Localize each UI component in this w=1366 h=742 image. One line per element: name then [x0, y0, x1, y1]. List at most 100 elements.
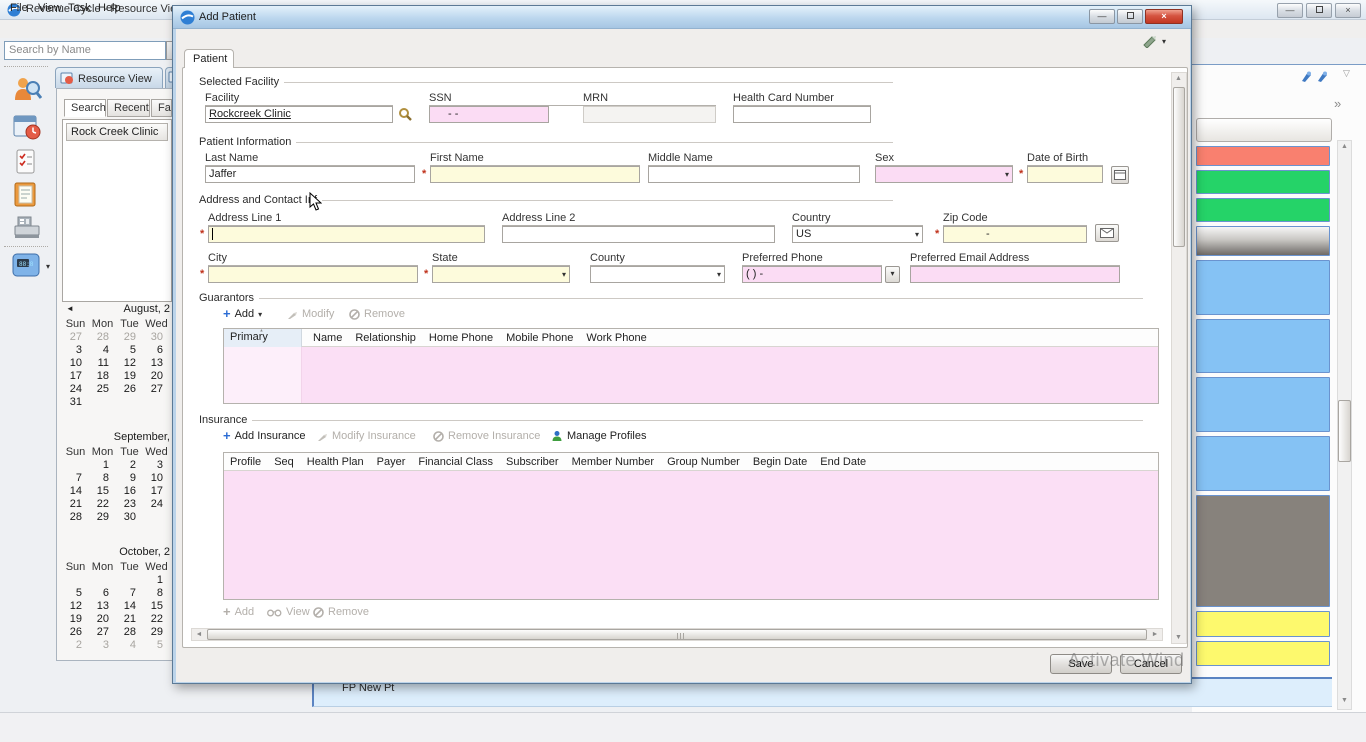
dialog-close-button[interactable]: × [1145, 9, 1183, 24]
name-search-input[interactable]: Search by Name [4, 41, 166, 60]
dialog-titlebar[interactable] [173, 6, 1191, 29]
calendar-day[interactable]: 24 [143, 498, 170, 511]
manage-profiles-button[interactable]: Manage Profiles [551, 430, 647, 442]
state-select[interactable]: ▾ [432, 266, 570, 283]
slot-green[interactable] [1196, 170, 1330, 194]
calendar-day[interactable]: 5 [62, 587, 89, 600]
calendar-day[interactable]: 3 [89, 639, 116, 652]
calendar-day[interactable]: 28 [89, 331, 116, 344]
chevron-down-icon[interactable]: ▾ [1162, 37, 1166, 46]
calendar-day[interactable]: 10 [62, 357, 89, 370]
facility-input[interactable]: Rockcreek Clinic [205, 106, 393, 123]
menu-task[interactable]: Task [68, 2, 91, 14]
menu-help[interactable]: Help [98, 2, 121, 14]
phone-type-spinner[interactable]: ▾ [885, 266, 900, 283]
address2-input[interactable] [502, 226, 775, 243]
calendar-day[interactable]: 22 [89, 498, 116, 511]
slot-red[interactable] [1196, 146, 1330, 166]
scroll-left-icon[interactable]: ◄ [192, 629, 206, 640]
calendar-day[interactable]: 29 [89, 511, 116, 524]
expander-icon[interactable]: ▽ [1343, 68, 1350, 79]
task-list-icon[interactable] [12, 148, 44, 178]
column-header[interactable]: Subscriber [506, 456, 559, 468]
calendar-day[interactable]: 24 [62, 383, 89, 396]
slot-blue[interactable] [1196, 436, 1330, 491]
dialog-scrollbar-thumb[interactable] [1173, 87, 1185, 247]
slot-gray-gradient[interactable] [1196, 226, 1330, 256]
footer-add-button[interactable]: +Add [223, 606, 254, 618]
dialog-vertical-scrollbar[interactable]: ▲ ▼ [1171, 72, 1187, 644]
column-header[interactable]: Begin Date [753, 456, 807, 468]
calendar-day[interactable]: 8 [143, 587, 170, 600]
preferred-email-input[interactable] [910, 266, 1120, 283]
scroll-right-icon[interactable]: ► [1148, 629, 1162, 640]
dob-input[interactable] [1027, 166, 1103, 183]
slot-yellow[interactable] [1196, 611, 1330, 637]
calendar-day[interactable]: 13 [89, 600, 116, 613]
county-select[interactable]: ▾ [590, 266, 725, 283]
collapse-chevrons-icon[interactable]: » [1334, 96, 1341, 111]
address-verify-button[interactable] [1095, 224, 1119, 242]
column-header[interactable]: End Date [820, 456, 866, 468]
calendar-day[interactable]: 11 [89, 357, 116, 370]
calendar-day[interactable]: 6 [89, 587, 116, 600]
calendar-day[interactable]: 27 [89, 626, 116, 639]
calendar-day[interactable]: 14 [62, 485, 89, 498]
calendar-day[interactable]: 15 [143, 600, 170, 613]
main-close-button[interactable]: × [1335, 3, 1361, 18]
scheduling-icon[interactable] [12, 112, 44, 142]
dob-calendar-button[interactable] [1111, 166, 1129, 184]
tab-search[interactable]: Search [64, 99, 106, 117]
menu-view[interactable]: View [38, 2, 62, 14]
calendar-day[interactable]: 16 [116, 485, 143, 498]
calendar-day[interactable]: 6 [143, 344, 170, 357]
calendar-day[interactable]: 15 [89, 485, 116, 498]
slot-green[interactable] [1196, 198, 1330, 222]
calendar-day[interactable]: 2 [116, 459, 143, 472]
calendar-day[interactable]: 22 [143, 613, 170, 626]
preferred-phone-input[interactable]: ( ) - [742, 266, 882, 283]
chevron-down-icon[interactable]: ▾ [46, 262, 50, 271]
calendar-day[interactable]: 27 [62, 331, 89, 344]
main-restore-button[interactable] [1306, 3, 1332, 18]
insurance-modify-button[interactable]: Modify Insurance [317, 430, 416, 442]
calendar-day[interactable]: 4 [89, 344, 116, 357]
calendar-day[interactable]: 5 [143, 639, 170, 652]
calendar-day[interactable]: 8 [89, 472, 116, 485]
insurance-table-body[interactable] [224, 471, 1158, 599]
scroll-down-icon[interactable]: ▼ [1175, 634, 1182, 641]
footer-view-button[interactable]: View [267, 606, 310, 618]
calendar-day[interactable]: 13 [143, 357, 170, 370]
calendar-day[interactable]: 17 [143, 485, 170, 498]
horizontal-scrollbar[interactable]: ◄ ► [191, 628, 1163, 641]
column-header[interactable]: Health Plan [307, 456, 364, 468]
column-header[interactable]: Seq [274, 456, 294, 468]
calendar-day[interactable]: 3 [143, 459, 170, 472]
horizontal-scrollbar-thumb[interactable] [207, 629, 1147, 640]
slot-blue[interactable] [1196, 260, 1330, 315]
tab-patient[interactable]: Patient [184, 49, 234, 68]
address1-input[interactable] [208, 226, 485, 243]
calendar-day[interactable]: 21 [116, 613, 143, 626]
menu-file[interactable]: File [10, 2, 28, 14]
insurance-add-button[interactable]: +Add Insurance [223, 430, 306, 442]
calendar-day[interactable]: 23 [116, 498, 143, 511]
main-minimize-button[interactable]: — [1277, 3, 1303, 18]
insurance-remove-button[interactable]: Remove Insurance [433, 430, 540, 442]
calendar-day[interactable]: 31 [62, 396, 89, 409]
dialog-minimize-button[interactable]: — [1089, 9, 1115, 24]
clipboard-icon[interactable] [12, 180, 44, 210]
calendar-day[interactable]: 1 [143, 574, 170, 587]
ssn-input[interactable]: - - [429, 106, 549, 123]
column-header[interactable]: Mobile Phone [506, 332, 573, 344]
slot-blue[interactable] [1196, 377, 1330, 432]
guarantors-table-body[interactable] [224, 347, 1158, 403]
tab-resource-view[interactable]: Resource View [55, 67, 163, 88]
calendar-day[interactable]: 9 [116, 472, 143, 485]
column-header[interactable]: Work Phone [586, 332, 646, 344]
country-select[interactable]: US▾ [792, 226, 923, 243]
health-card-input[interactable] [733, 106, 871, 123]
schedule-column-header[interactable] [1196, 118, 1332, 142]
edit-pencil-icon[interactable] [1142, 34, 1158, 48]
column-header[interactable]: Home Phone [429, 332, 493, 344]
